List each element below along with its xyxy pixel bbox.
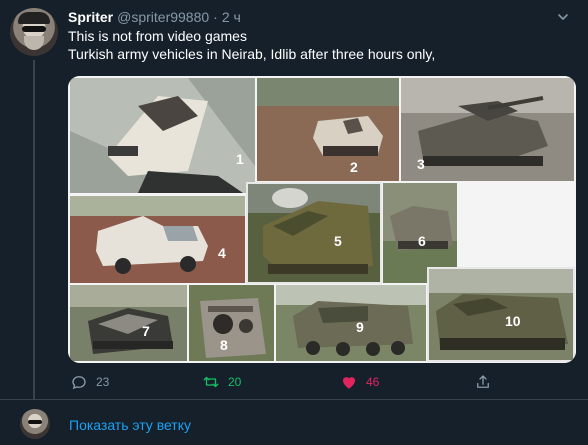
photo-label-2: 2	[350, 159, 358, 175]
separator-dot: ·	[213, 9, 218, 25]
avatar-beard	[24, 36, 44, 50]
like-button[interactable]: 46	[340, 372, 379, 392]
chevron-down-icon[interactable]	[557, 10, 569, 22]
reply-button[interactable]: 23	[70, 372, 109, 392]
tweet-time[interactable]: 2 ч	[222, 9, 241, 25]
photo-label-8: 8	[220, 337, 228, 353]
collage-panel-8	[189, 285, 274, 361]
photo-label-3: 3	[417, 156, 425, 172]
tweet-header: Spriter @spriter99880 · 2 ч	[68, 8, 241, 26]
collage-panel-10	[427, 267, 575, 362]
avatar-cap	[18, 12, 50, 24]
photo-label-7: 7	[142, 323, 150, 339]
photo-label-4: 4	[218, 245, 226, 261]
collage-panel-1	[70, 78, 255, 193]
tweet[interactable]: Spriter @spriter99880 · 2 ч This is not …	[0, 0, 588, 400]
collage-panel-4	[70, 196, 245, 283]
show-thread-row[interactable]: Показать эту ветку	[0, 400, 588, 445]
photo-label-1: 1	[236, 151, 244, 167]
photo-label-5: 5	[334, 233, 342, 249]
tweet-text-line: Turkish army vehicles in Neirab, Idlib a…	[68, 46, 436, 62]
photo-label-6: 6	[418, 233, 426, 249]
avatar[interactable]	[10, 8, 58, 56]
share-button[interactable]	[474, 372, 492, 392]
collage-panel-7	[70, 285, 187, 361]
retweet-icon	[203, 376, 219, 388]
avatar-sunglasses	[22, 26, 46, 32]
avatar-sunglasses	[28, 420, 42, 424]
avatar[interactable]	[20, 409, 50, 439]
heart-icon	[343, 377, 355, 389]
photo-label-10: 10	[505, 313, 521, 329]
collage-panel-5	[246, 182, 382, 284]
show-thread-link[interactable]: Показать эту ветку	[69, 417, 191, 433]
collage-panel-3	[401, 78, 574, 181]
thread-line	[33, 60, 35, 400]
tweet-text-line: This is not from video games	[68, 28, 247, 44]
photo-label-9: 9	[356, 319, 364, 335]
like-count: 46	[366, 375, 380, 389]
author-handle[interactable]: @spriter99880	[117, 9, 209, 25]
tweet-photo[interactable]: 1 2 3 4 5 6 7 8 9 10	[68, 76, 576, 363]
reply-count: 23	[96, 375, 110, 389]
retweet-count: 20	[228, 375, 242, 389]
retweet-button[interactable]: 20	[202, 372, 241, 392]
tweet-text: This is not from video games Turkish arm…	[68, 27, 568, 63]
collage-panel-9	[276, 285, 426, 361]
share-icon	[477, 375, 489, 388]
photo-collage: 1 2 3 4 5 6 7 8 9 10	[68, 76, 576, 363]
collage-panel-2	[257, 78, 399, 181]
tweet-actions: 23 20 46	[68, 372, 508, 392]
reply-icon	[72, 376, 86, 390]
author-name[interactable]: Spriter	[68, 9, 113, 25]
